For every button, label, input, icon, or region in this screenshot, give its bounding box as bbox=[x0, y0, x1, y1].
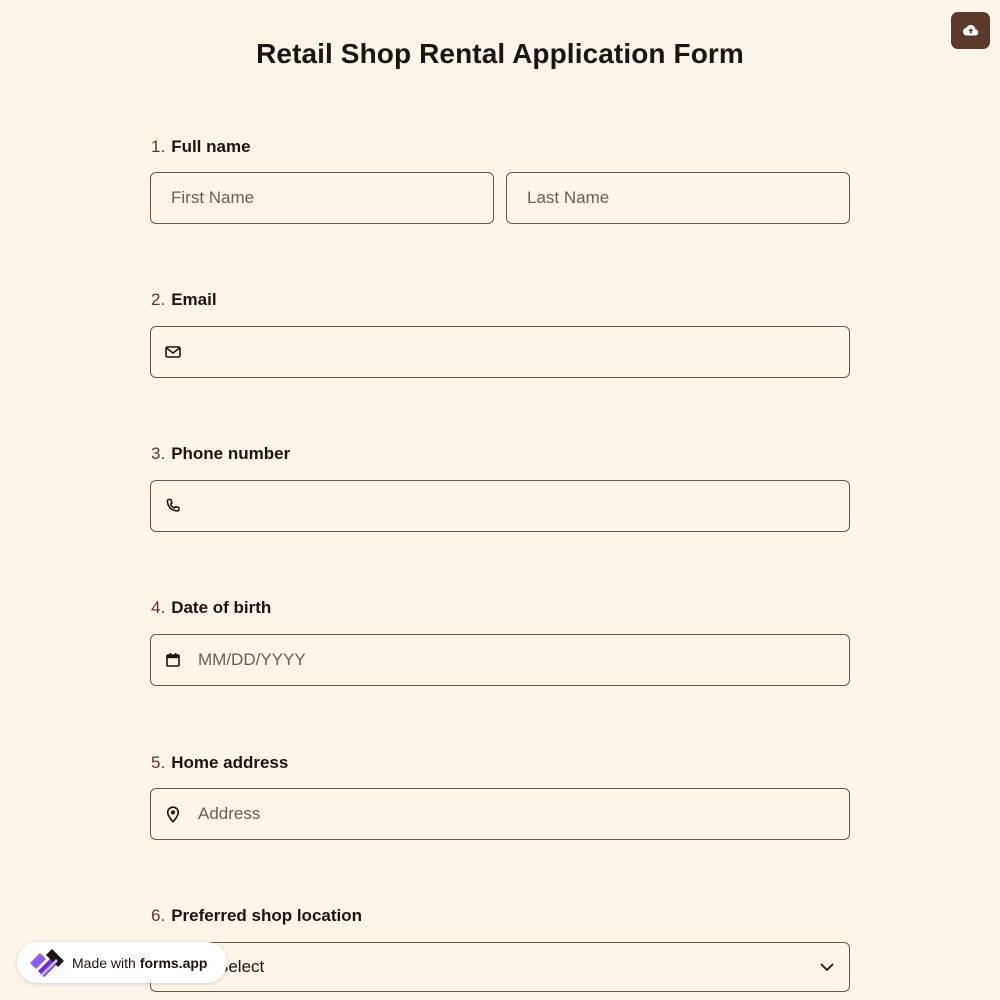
badge-text: Made with forms.app bbox=[72, 955, 208, 971]
last-name-input[interactable] bbox=[507, 173, 849, 223]
question-number: 4. bbox=[151, 598, 166, 617]
question-text: Email bbox=[171, 290, 217, 309]
first-name-field[interactable] bbox=[150, 172, 494, 224]
question-number: 5. bbox=[151, 753, 166, 772]
page-title: Retail Shop Rental Application Form bbox=[256, 38, 744, 69]
badge-brand: forms.app bbox=[139, 954, 208, 971]
phone-icon bbox=[164, 497, 182, 515]
map-pin-icon bbox=[164, 805, 182, 823]
home-address-input[interactable] bbox=[198, 789, 849, 839]
made-with-forms-app-badge[interactable]: Made with forms.app bbox=[17, 942, 227, 983]
question-number: 2. bbox=[151, 290, 166, 309]
last-name-field[interactable] bbox=[506, 172, 850, 224]
question-label-dob: 4. Date of birth bbox=[151, 598, 271, 618]
question-label-full-name: 1. Full name bbox=[151, 137, 251, 157]
question-label-email: 2. Email bbox=[151, 290, 217, 310]
question-number: 3. bbox=[151, 444, 166, 463]
phone-field[interactable] bbox=[150, 480, 850, 532]
chevron-down-icon[interactable] bbox=[819, 959, 835, 975]
first-name-input[interactable] bbox=[151, 173, 493, 223]
date-of-birth-field[interactable] bbox=[150, 634, 850, 686]
cloud-upload-icon bbox=[962, 24, 978, 35]
email-field[interactable] bbox=[150, 326, 850, 378]
shop-location-select[interactable]: Select bbox=[150, 942, 850, 992]
question-text: Preferred shop location bbox=[171, 906, 363, 925]
home-address-field[interactable] bbox=[150, 788, 850, 840]
question-label-address: 5. Home address bbox=[151, 753, 288, 773]
phone-input[interactable] bbox=[198, 481, 849, 531]
question-text: Full name bbox=[171, 137, 251, 156]
calendar-icon bbox=[164, 651, 182, 669]
question-text: Phone number bbox=[171, 444, 291, 463]
date-of-birth-input[interactable] bbox=[198, 635, 849, 685]
question-text: Home address bbox=[171, 753, 289, 772]
envelope-icon bbox=[164, 343, 182, 361]
question-number: 1. bbox=[151, 137, 166, 156]
question-label-phone: 3. Phone number bbox=[151, 444, 290, 464]
email-input[interactable] bbox=[198, 327, 849, 377]
forms-app-logo-icon bbox=[30, 948, 64, 977]
form-page: Retail Shop Rental Application Form 1. Fu… bbox=[0, 0, 1000, 1000]
question-text: Date of birth bbox=[171, 598, 272, 617]
question-number: 6. bbox=[151, 906, 166, 925]
badge-made-with: Made with bbox=[72, 954, 136, 971]
question-label-shop-location: 6. Preferred shop location bbox=[151, 906, 362, 926]
